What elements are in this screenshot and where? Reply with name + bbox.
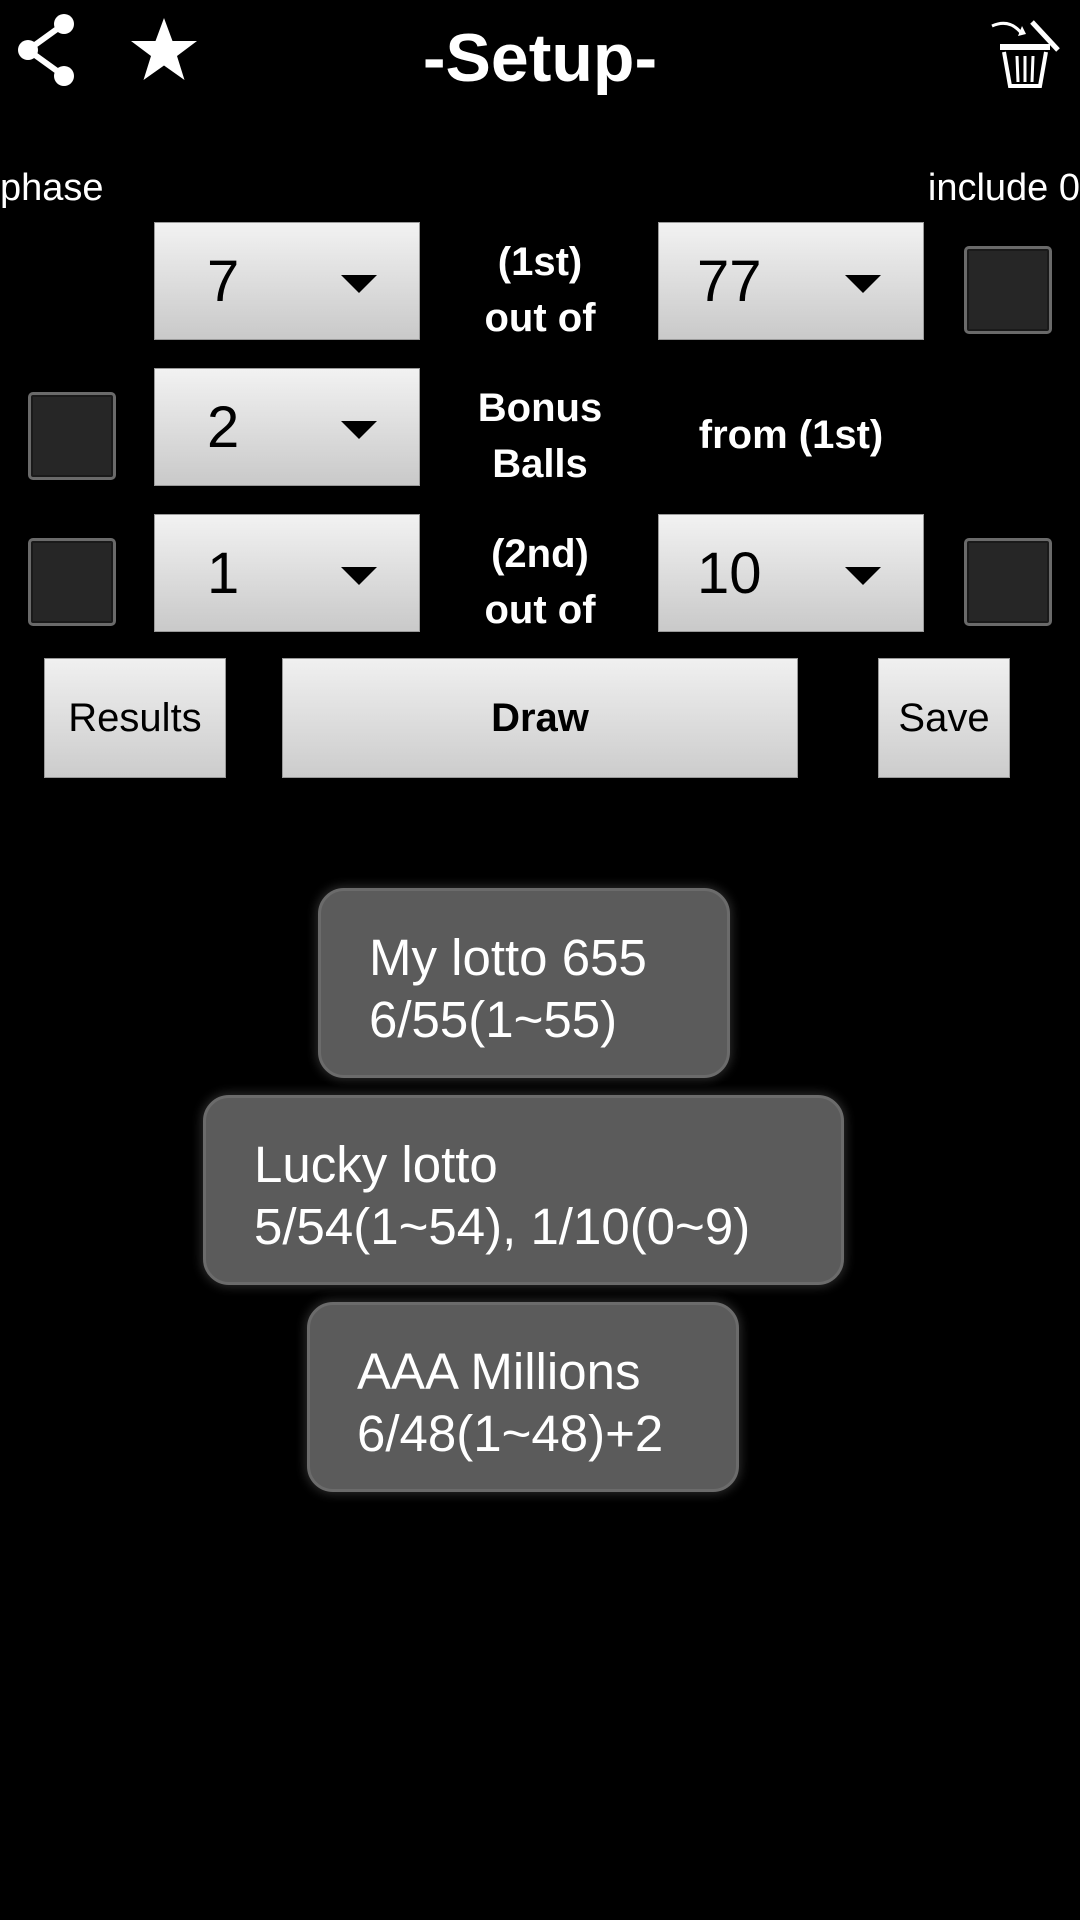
share-icon — [18, 14, 74, 86]
chevron-down-icon — [845, 275, 881, 293]
saved-lotto-config: 6/55(1~55) — [369, 991, 618, 1048]
draw-button[interactable]: Draw — [282, 658, 798, 778]
save-button[interactable]: Save — [878, 658, 1010, 778]
second-include-zero-checkbox[interactable] — [964, 538, 1052, 626]
bonus-balls-label: Bonus Balls — [440, 380, 640, 492]
favorite-button[interactable] — [124, 10, 204, 90]
bonus-label-line1: Bonus — [477, 386, 603, 430]
saved-lotto-item[interactable]: AAA Millions 6/48(1~48)+2 — [307, 1302, 739, 1492]
trash-icon — [991, 20, 1060, 88]
first-count-select[interactable]: 7 — [154, 222, 420, 340]
delete-button[interactable] — [986, 12, 1066, 92]
bonus-count-select[interactable]: 2 — [154, 368, 420, 486]
first-range-select[interactable]: 77 — [658, 222, 924, 340]
first-include-zero-checkbox[interactable] — [964, 246, 1052, 334]
second-label-line1: (2nd) — [491, 532, 589, 576]
second-label-line2: out of — [484, 588, 596, 632]
second-out-of-label: (2nd) out of — [440, 526, 640, 638]
second-count-select[interactable]: 1 — [154, 514, 420, 632]
chevron-down-icon — [341, 567, 377, 585]
saved-lotto-item[interactable]: My lotto 655 6/55(1~55) — [318, 888, 730, 1078]
first-label-line1: (1st) — [497, 240, 583, 284]
star-icon — [131, 18, 197, 80]
share-button[interactable] — [8, 10, 84, 90]
phase-label: phase — [0, 167, 104, 209]
chevron-down-icon — [845, 567, 881, 585]
saved-lotto-name: My lotto 655 — [369, 929, 647, 986]
bonus-phase-checkbox[interactable] — [28, 392, 116, 480]
saved-lotto-config: 6/48(1~48)+2 — [357, 1405, 664, 1462]
bonus-count-value: 2 — [207, 395, 240, 460]
bonus-from-label: from (1st) — [698, 413, 884, 457]
first-out-of-label: (1st) out of — [440, 234, 640, 346]
second-phase-checkbox[interactable] — [28, 538, 116, 626]
include-zero-label: include 0 — [927, 167, 1080, 209]
second-range-select[interactable]: 10 — [658, 514, 924, 632]
first-count-value: 7 — [207, 249, 240, 314]
bonus-label-line2: Balls — [492, 442, 588, 486]
chevron-down-icon — [341, 421, 377, 439]
first-label-line2: out of — [484, 296, 596, 340]
saved-lotto-name: Lucky lotto — [254, 1136, 498, 1193]
second-count-value: 1 — [207, 541, 240, 606]
saved-lotto-name: AAA Millions — [357, 1343, 641, 1400]
saved-lotto-item[interactable]: Lucky lotto 5/54(1~54), 1/10(0~9) — [203, 1095, 844, 1285]
saved-lotto-config: 5/54(1~54), 1/10(0~9) — [254, 1198, 751, 1255]
first-range-value: 77 — [697, 249, 762, 314]
results-button[interactable]: Results — [44, 658, 226, 778]
second-range-value: 10 — [697, 541, 762, 606]
chevron-down-icon — [341, 275, 377, 293]
